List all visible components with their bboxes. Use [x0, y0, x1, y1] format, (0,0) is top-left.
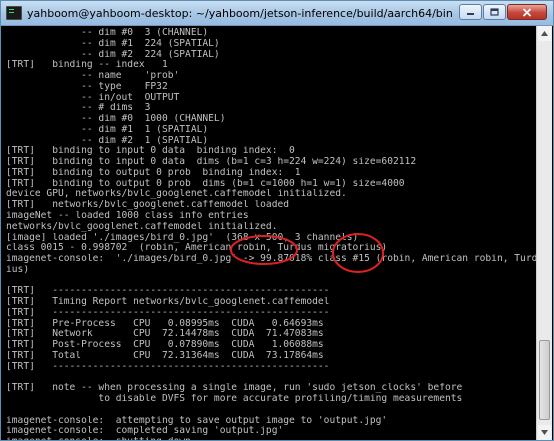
terminal-window: yahboom@yahboom-desktop: ~/yahboom/jetso… [0, 0, 554, 441]
scroll-down-button[interactable] [538, 425, 551, 440]
terminal-line: [TRT] Network CPU 72.14478ms CUDA 71.470… [6, 329, 324, 340]
terminal-output[interactable]: -- dim #0 3 (CHANNEL) -- dim #1 224 (SPA… [3, 26, 537, 440]
minimize-button[interactable] [459, 4, 482, 20]
terminal-line: [TRT] binding to input 0 data dims (b=1 … [6, 157, 417, 168]
terminal-line: [TRT] networks/bvlc_googlenet.caffemodel… [6, 200, 290, 211]
terminal-line: imagenet-console: completed saving 'outp… [6, 426, 284, 437]
maximize-icon [490, 8, 499, 16]
terminal-line: to disable DVFS for more accurate profil… [6, 394, 463, 405]
minimize-icon [467, 13, 474, 15]
terminal-line: [TRT] Total CPU 72.31364ms CUDA 73.17864… [6, 350, 324, 361]
terminal-line: imagenet-console: attempting to save out… [6, 415, 388, 426]
terminal-icon[interactable] [6, 6, 22, 20]
terminal-line: imagenet-console: './images/bird_0.jpg' … [6, 254, 537, 265]
terminal-line: device GPU, networks/bvlc_googlenet.caff… [6, 189, 347, 200]
window-controls [459, 4, 547, 20]
terminal-line: [TRT] Pre-Process CPU 0.08995ms CUDA 0.6… [6, 318, 324, 329]
terminal-lines: -- dim #0 3 (CHANNEL) -- dim #1 224 (SPA… [3, 26, 537, 440]
title-bar[interactable]: yahboom@yahboom-desktop: ~/yahboom/jetso… [1, 1, 553, 26]
terminal-line: -- in/out OUTPUT [6, 92, 180, 103]
terminal-line: [TRT] binding to input 0 data binding in… [6, 146, 295, 157]
terminal-line: networks/bvlc_googlenet.caffemodel initi… [6, 221, 278, 232]
terminal-line: [TRT] binding -- index 1 [6, 60, 168, 71]
scroll-thumb[interactable] [539, 340, 550, 420]
scroll-down-arrow-icon [541, 430, 548, 435]
terminal-line: [TRT] ----------------------------------… [6, 361, 330, 372]
terminal-line: [TRT] ----------------------------------… [6, 286, 330, 297]
terminal-line: [image] loaded './images/bird_0.jpg' (36… [6, 232, 359, 243]
close-icon [522, 7, 532, 17]
terminal-line: [TRT] Post-Process CPU 0.07890ms CUDA 1.… [6, 340, 324, 351]
terminal-line: -- dim #2 1 (SPATIAL) [6, 135, 209, 146]
maximize-button[interactable] [483, 4, 506, 20]
vertical-scrollbar[interactable] [536, 26, 552, 440]
scroll-up-arrow-icon [541, 31, 548, 36]
close-button[interactable] [507, 4, 547, 20]
terminal-line: -- dim #0 1000 (CHANNEL) [6, 114, 226, 125]
scroll-up-button[interactable] [538, 26, 551, 41]
terminal-line: [TRT] ----------------------------------… [6, 307, 330, 318]
terminal-line: -- dim #0 3 (CHANNEL) [6, 28, 209, 38]
terminal-line: ius) [6, 264, 30, 275]
terminal-line: imageNet -- loaded 1000 class info entri… [6, 211, 249, 222]
terminal-line: -- dim #1 224 (SPATIAL) [6, 38, 220, 49]
terminal-line: -- # dims 3 [6, 103, 151, 114]
terminal-line: [TRT] binding to output 0 prob binding i… [6, 167, 301, 178]
terminal-line: imagenet-console: shutting down... [6, 437, 537, 440]
terminal-line: -- dim #2 224 (SPATIAL) [6, 49, 220, 60]
terminal-line: [TRT] Timing Report networks/bvlc_google… [6, 297, 330, 308]
terminal-line: -- type FP32 [6, 81, 168, 92]
terminal-line: [TRT] note -- when processing a single i… [6, 383, 463, 394]
terminal-line: class 0015 - 0.998702 (robin, American r… [6, 243, 388, 254]
terminal-line: -- dim #1 1 (SPATIAL) [6, 124, 209, 135]
terminal-line: [TRT] binding to output 0 prob dims (b=1… [6, 178, 405, 189]
terminal-line: -- name 'prob' [6, 71, 180, 82]
